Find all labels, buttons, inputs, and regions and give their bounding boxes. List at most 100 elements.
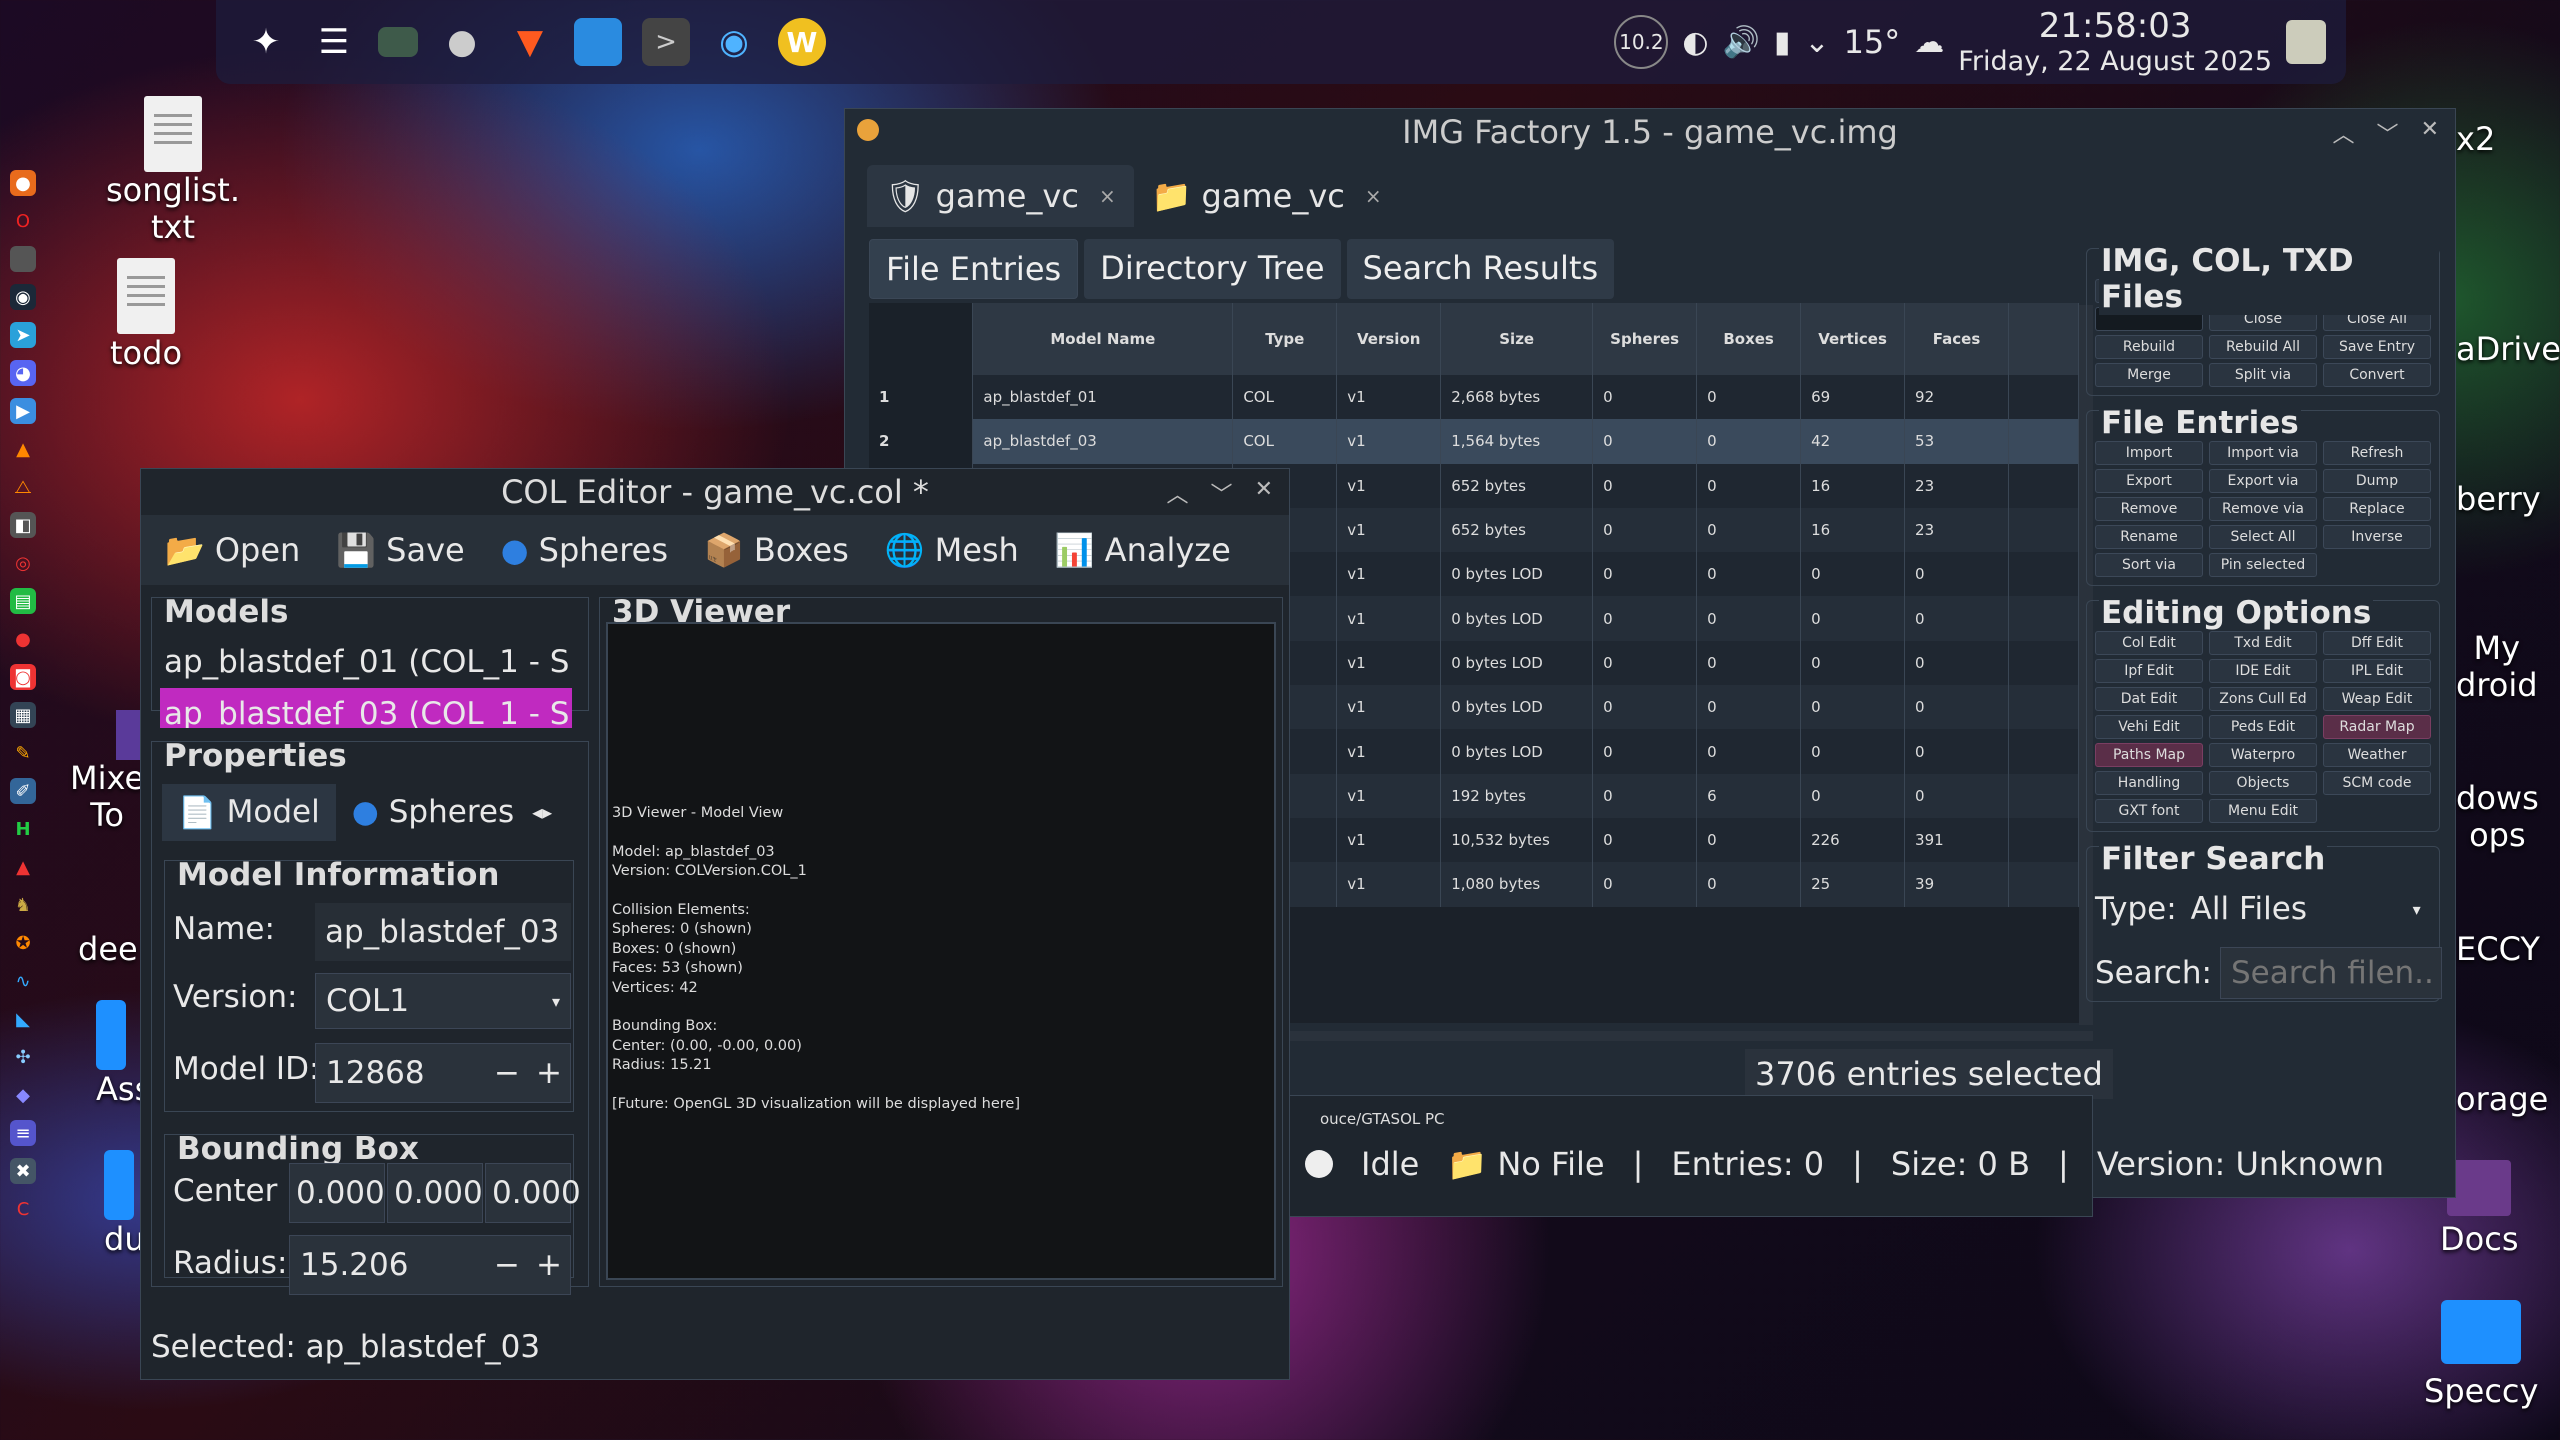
paint-icon[interactable]: ▦ xyxy=(10,702,36,728)
desktop-icon-x2[interactable]: x2 xyxy=(2456,120,2495,158)
model-id-spinbox[interactable]: 12868 − + xyxy=(315,1043,571,1103)
dump-button[interactable]: Dump xyxy=(2323,469,2431,493)
export-button[interactable]: Export xyxy=(2095,469,2203,493)
list-icon[interactable]: ≡ xyxy=(10,1120,36,1146)
import-button[interactable]: Import xyxy=(2095,441,2203,465)
tab-search-results[interactable]: Search Results xyxy=(1346,239,1615,299)
increment-button[interactable]: + xyxy=(528,1247,570,1283)
maximize-icon[interactable]: ﹀ xyxy=(2377,117,2399,149)
rename-button[interactable]: Rename xyxy=(2095,525,2203,549)
target-icon[interactable]: ◎ xyxy=(10,550,36,576)
save-button[interactable]: 💾 Save xyxy=(336,531,464,569)
table-header[interactable]: Spheres xyxy=(1592,303,1698,375)
table-header[interactable]: Boxes xyxy=(1696,303,1802,375)
close-tab-icon[interactable]: × xyxy=(1099,184,1116,208)
table-header[interactable]: Faces xyxy=(1904,303,2009,375)
open-button[interactable]: 📂 Open xyxy=(165,531,300,569)
close-icon[interactable]: ✕ xyxy=(1255,477,1273,509)
clock[interactable]: 21:58:03 Friday, 22 August 2025 xyxy=(1958,6,2272,77)
import-via-button[interactable]: Import via xyxy=(2209,441,2317,465)
h-icon[interactable]: H xyxy=(10,816,36,842)
battery-icon[interactable]: ▮ xyxy=(1774,25,1791,60)
table-row[interactable]: 1 ap_blastdef_01 COL v1 2,668 bytes 0 0 69 92 xyxy=(869,375,2079,420)
ide-edit-button[interactable]: IDE Edit xyxy=(2209,659,2317,683)
vehi-edit-button[interactable]: Vehi Edit xyxy=(2095,715,2203,739)
txd-edit-button[interactable]: Txd Edit xyxy=(2209,631,2317,655)
fan-icon[interactable]: ✣ xyxy=(10,1044,36,1070)
vlc-icon[interactable]: ⧍ xyxy=(10,474,36,500)
weather-button[interactable]: Weather xyxy=(2323,743,2431,767)
edit-icon[interactable]: ✐ xyxy=(10,778,36,804)
fish-icon[interactable]: ◣ xyxy=(10,1006,36,1032)
type-select[interactable]: All Files ▾ xyxy=(2180,883,2431,935)
merge-button[interactable]: Merge xyxy=(2095,363,2203,387)
desktop-icon-mixer[interactable]: Mixe To xyxy=(70,710,146,834)
desktop-icon-du[interactable]: du xyxy=(104,1150,145,1258)
desktop-icon-drive[interactable]: aDrive xyxy=(2456,330,2560,368)
close-tab-icon[interactable]: × xyxy=(1365,184,1382,208)
wave-icon[interactable]: ∿ xyxy=(10,968,36,994)
tab-scroll-arrows[interactable]: ◂▸ xyxy=(530,790,554,834)
center-x-input[interactable]: 0.000 xyxy=(289,1163,385,1223)
tab-directory-tree[interactable]: Directory Tree xyxy=(1084,239,1341,299)
desktop-icon-windows[interactable]: dows ops xyxy=(2456,780,2539,854)
pin-selected-button[interactable]: Pin selected xyxy=(2209,553,2317,577)
handling-button[interactable]: Handling xyxy=(2095,771,2203,795)
app-launcher-icon[interactable]: ✦ xyxy=(242,18,290,66)
desktop-icon-songlist[interactable]: songlist. txt xyxy=(106,96,240,246)
camera-icon[interactable]: ◙ xyxy=(10,664,36,690)
scm-code-button[interactable]: SCM code xyxy=(2323,771,2431,795)
weap-edit-button[interactable]: Weap Edit xyxy=(2323,687,2431,711)
convert-button[interactable]: Convert xyxy=(2323,363,2431,387)
table-header[interactable]: Type xyxy=(1232,303,1338,375)
peds-edit-button[interactable]: Peds Edit xyxy=(2209,715,2317,739)
ipl-edit-button[interactable]: IPL Edit xyxy=(2323,659,2431,683)
tab-model[interactable]: 📄 Model xyxy=(162,783,336,841)
table-header[interactable]: Version xyxy=(1336,303,1442,375)
radius-spinbox[interactable]: 15.206 − + xyxy=(289,1235,571,1295)
table-header[interactable]: Vertices xyxy=(1800,303,1906,375)
col-edit-button[interactable]: Col Edit xyxy=(2095,631,2203,655)
boxes-button[interactable]: 📦 Boxes xyxy=(704,531,849,569)
refresh-button[interactable]: Refresh xyxy=(2323,441,2431,465)
objects-button[interactable]: Objects xyxy=(2209,771,2317,795)
obs-icon[interactable]: ● xyxy=(438,18,486,66)
zons-cull-ed-button[interactable]: Zons Cull Ed xyxy=(2209,687,2317,711)
menu-icon[interactable]: ☰ xyxy=(310,18,358,66)
minimize-icon[interactable]: ︿ xyxy=(2333,117,2355,149)
table-header[interactable]: Model Name xyxy=(972,303,1234,375)
center-z-input[interactable]: 0.000 xyxy=(485,1163,581,1223)
dat-edit-button[interactable]: Dat Edit xyxy=(2095,687,2203,711)
ipf-edit-button[interactable]: Ipf Edit xyxy=(2095,659,2203,683)
tab-file-entries[interactable]: File Entries xyxy=(869,239,1079,299)
menu-edit-button[interactable]: Menu Edit xyxy=(2209,799,2317,823)
diamond-icon[interactable]: ◆ xyxy=(10,1082,36,1108)
maximize-icon[interactable]: ﹀ xyxy=(1211,477,1233,509)
radar-map-button[interactable]: Radar Map xyxy=(2323,715,2431,739)
search-input[interactable] xyxy=(2219,947,2442,999)
rebuild-button[interactable]: Rebuild xyxy=(2095,335,2203,359)
models-list[interactable]: ap_blastdef_01 (COL_1 - S:0 B ap_blastde… xyxy=(160,636,572,728)
firefox-icon[interactable]: ● xyxy=(10,170,36,196)
file-manager-icon[interactable] xyxy=(574,18,622,66)
save-entry-button[interactable]: Save Entry xyxy=(2323,335,2431,359)
remove-button[interactable]: Remove xyxy=(2095,497,2203,521)
x-app-icon[interactable]: ✖ xyxy=(10,1158,36,1184)
window-titlebar[interactable]: COL Editor - game_vc.col * ︿ ﹀ ✕ xyxy=(141,469,1289,515)
htop-icon[interactable]: ▤ xyxy=(10,588,36,614)
terminal-icon[interactable]: > xyxy=(642,18,690,66)
user-avatar-icon[interactable] xyxy=(2286,20,2326,64)
gxt-font-button[interactable]: GXT font xyxy=(2095,799,2203,823)
desktop-icon-storage[interactable]: orage xyxy=(2456,1080,2548,1118)
sort-via-button[interactable]: Sort via xyxy=(2095,553,2203,577)
fox-icon[interactable]: ✪ xyxy=(10,930,36,956)
replace-button[interactable]: Replace xyxy=(2323,497,2431,521)
window-icon[interactable] xyxy=(10,246,36,272)
steam-tray-icon[interactable]: ◐ xyxy=(1682,25,1708,60)
pen-icon[interactable]: ✎ xyxy=(10,740,36,766)
c-icon[interactable]: C xyxy=(10,1196,36,1222)
table-row[interactable]: 2 ap_blastdef_03 COL v1 1,564 bytes 0 0 42 53 xyxy=(869,419,2079,464)
play-icon[interactable]: ▶ xyxy=(10,398,36,424)
mesh-button[interactable]: 🌐 Mesh xyxy=(885,531,1019,569)
spheres-button[interactable]: ● Spheres xyxy=(501,531,668,569)
